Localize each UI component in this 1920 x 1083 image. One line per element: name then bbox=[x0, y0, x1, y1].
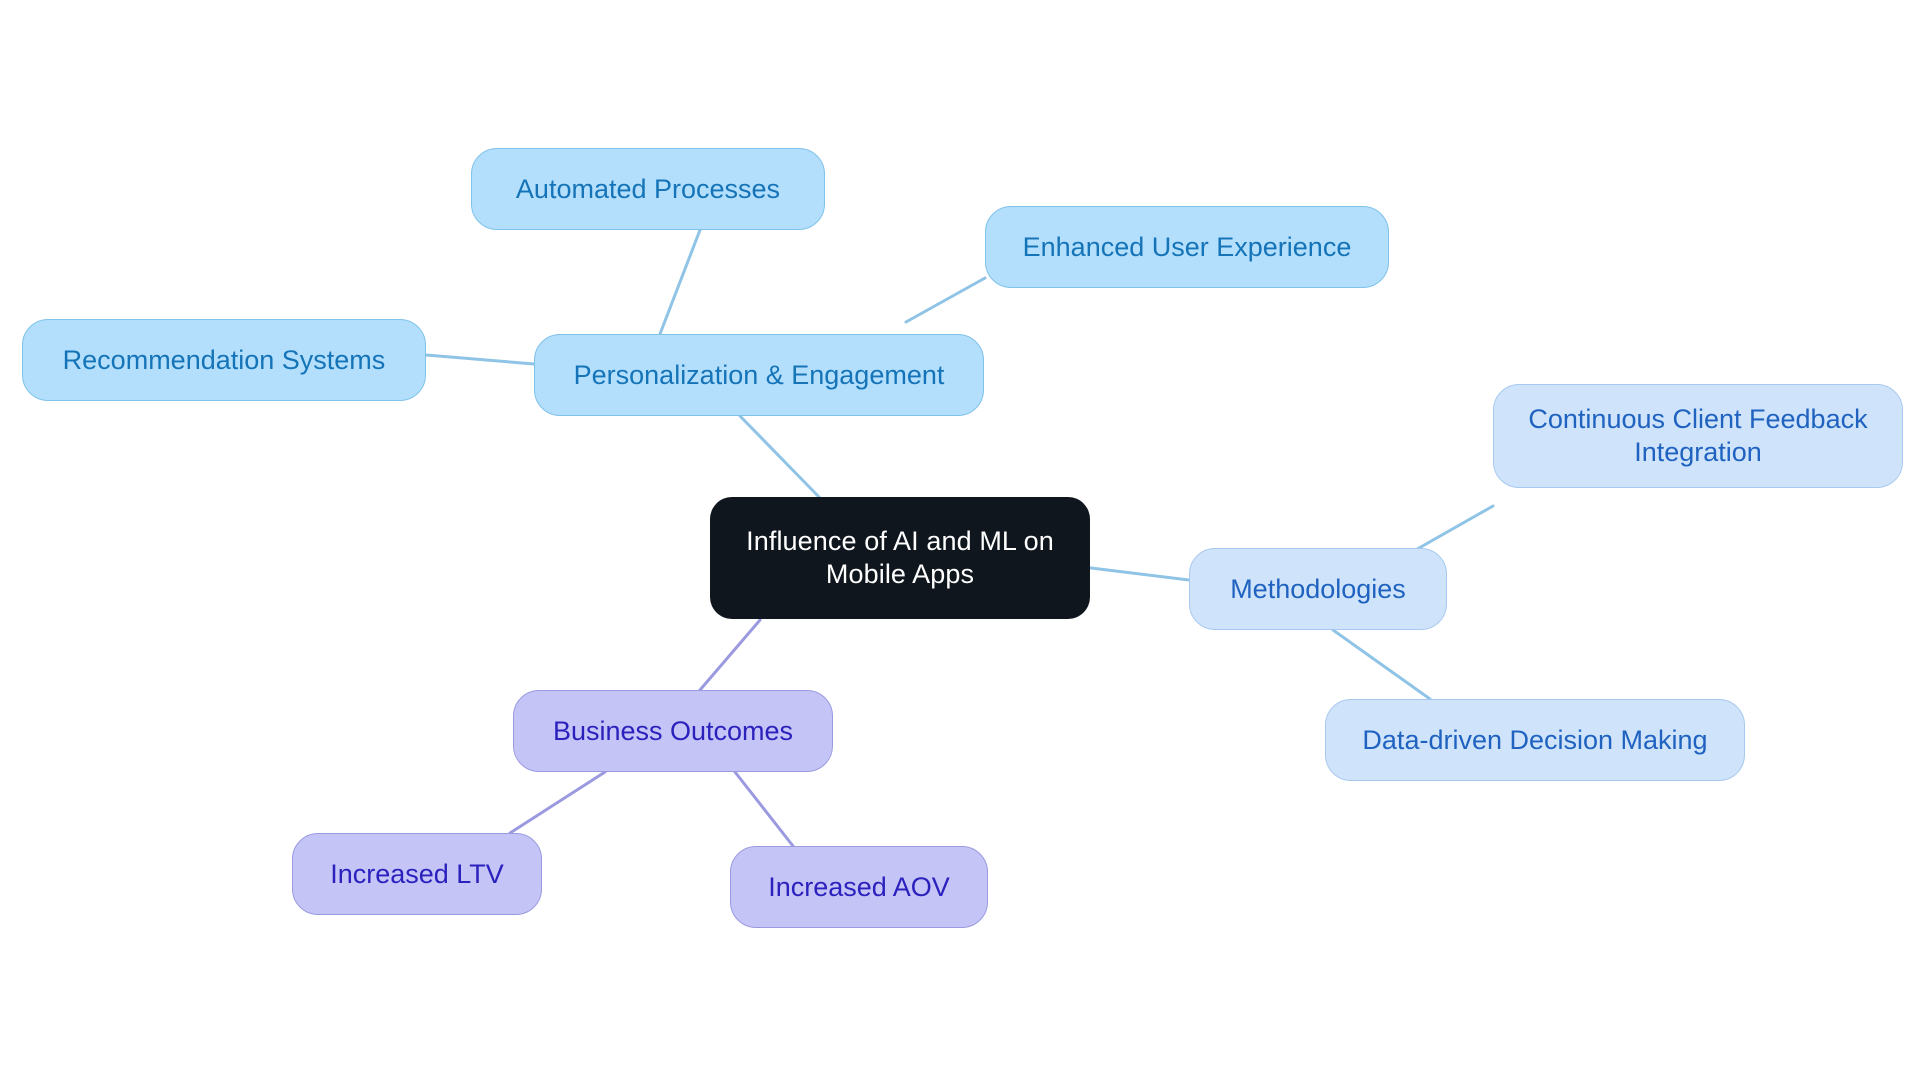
edge-root-to-business_outcomes bbox=[698, 618, 762, 692]
edge-methodologies-to-data_driven bbox=[1331, 628, 1432, 701]
mindmap-node-business-outcomes[interactable]: Business Outcomes bbox=[513, 690, 833, 772]
edge-root-to-methodologies bbox=[1073, 564, 1191, 582]
mindmap-node-root[interactable]: Influence of AI and ML on Mobile Apps bbox=[710, 497, 1090, 619]
mindmap-node-automated-processes[interactable]: Automated Processes bbox=[471, 148, 825, 230]
edge-root-to-personalization bbox=[738, 414, 822, 500]
edge-personalization-to-recommendation_systems bbox=[424, 353, 536, 366]
mindmap-node-increased-aov[interactable]: Increased AOV bbox=[730, 846, 988, 928]
edge-personalization-to-enhanced_ux bbox=[904, 276, 987, 324]
mindmap-node-client-feedback[interactable]: Continuous Client Feedback Integration bbox=[1493, 384, 1903, 488]
mindmap-node-data-driven[interactable]: Data-driven Decision Making bbox=[1325, 699, 1745, 781]
mindmap-node-personalization[interactable]: Personalization & Engagement bbox=[534, 334, 984, 416]
edge-business_outcomes-to-increased_ltv bbox=[508, 770, 607, 835]
mindmap-canvas: Influence of AI and ML on Mobile Apps Per… bbox=[0, 0, 1920, 1083]
edge-business_outcomes-to-increased_aov bbox=[733, 770, 795, 848]
mindmap-node-increased-ltv[interactable]: Increased LTV bbox=[292, 833, 542, 915]
edge-personalization-to-automated_processes bbox=[658, 228, 702, 336]
mindmap-node-recommendation-systems[interactable]: Recommendation Systems bbox=[22, 319, 426, 401]
edge-methodologies-to-client_feedback bbox=[1410, 504, 1495, 554]
mindmap-node-methodologies[interactable]: Methodologies bbox=[1189, 548, 1447, 630]
mindmap-node-enhanced-ux[interactable]: Enhanced User Experience bbox=[985, 206, 1389, 288]
